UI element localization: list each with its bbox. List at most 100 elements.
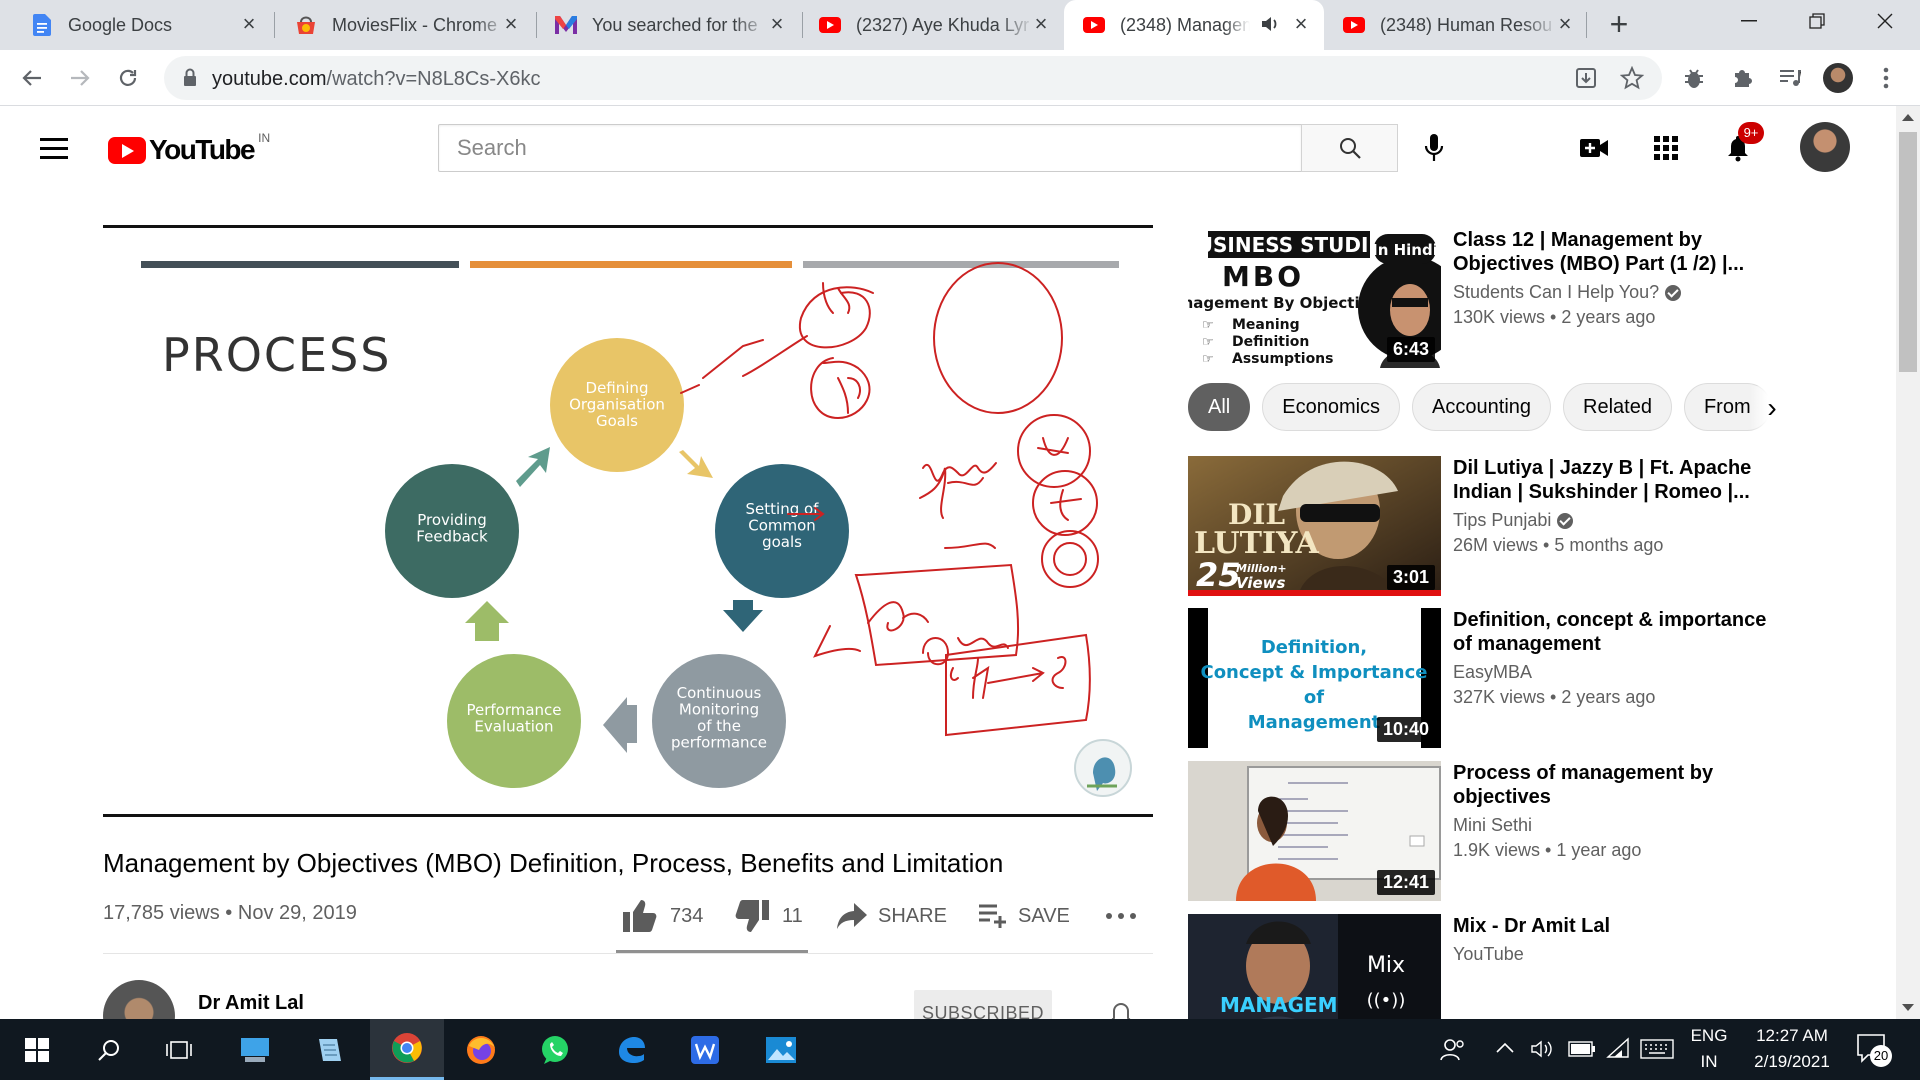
svg-text:BUSINESS STUDIES: BUSINESS STUDIES	[1188, 233, 1397, 257]
chrome-menu-icon[interactable]	[1870, 62, 1902, 94]
video-thumbnail[interactable]: 12:41	[1188, 761, 1441, 901]
like-button[interactable]: 734	[622, 896, 703, 936]
scrollbar-thumb[interactable]	[1899, 132, 1917, 372]
back-button[interactable]	[16, 62, 48, 94]
search-input[interactable]	[439, 125, 1301, 171]
create-video-icon[interactable]	[1576, 130, 1612, 166]
video-thumbnail[interactable]: DIL LUTIYA 25 Million+ Views 3:01	[1188, 456, 1441, 596]
tab-google-docs[interactable]: Google Docs ×	[0, 0, 272, 50]
related-video-title[interactable]: Process of management by objectives	[1453, 761, 1783, 809]
lock-icon[interactable]	[182, 68, 202, 88]
action-center-icon[interactable]: 20	[1856, 1033, 1892, 1068]
show-hidden-icons-chevron-icon[interactable]	[1496, 1041, 1514, 1059]
chrome-taskbar-icon[interactable]	[370, 1019, 444, 1080]
bookmark-star-icon[interactable]	[1619, 65, 1645, 95]
input-language-indicator[interactable]: ENG IN	[1688, 1023, 1730, 1075]
scroll-down-arrow-icon[interactable]	[1902, 1004, 1914, 1011]
related-video-item[interactable]: Definition, Concept & Importance of Mana…	[1188, 608, 1888, 758]
touch-keyboard-icon[interactable]	[1640, 1039, 1674, 1064]
close-tab-icon[interactable]: ×	[238, 13, 260, 35]
related-video-item[interactable]: DIL LUTIYA 25 Million+ Views 3:01 Dil Lu…	[1188, 456, 1888, 606]
install-app-icon[interactable]	[1574, 66, 1598, 95]
svg-text:Meaning: Meaning	[1232, 317, 1300, 333]
tab-aye-khuda[interactable]: (2327) Aye Khuda Lyr ×	[800, 0, 1064, 50]
whatsapp-taskbar-icon[interactable]	[518, 1019, 592, 1080]
step-label-line: Evaluation	[474, 718, 553, 736]
related-video-channel[interactable]: EasyMBA	[1453, 662, 1532, 683]
user-avatar[interactable]	[1800, 122, 1850, 172]
chips-next-arrow-icon[interactable]: ›	[1750, 386, 1794, 430]
extension-bug-icon[interactable]	[1678, 62, 1710, 94]
close-tab-icon[interactable]: ×	[1030, 13, 1052, 35]
tab-search-results[interactable]: You searched for the ×	[534, 0, 800, 50]
chip-all[interactable]: All	[1188, 383, 1251, 431]
related-video-title[interactable]: Class 12 | Management by Objectives (MBO…	[1453, 228, 1783, 276]
chip-accounting[interactable]: Accounting	[1412, 383, 1552, 431]
related-video-item[interactable]: BUSINESS STUDIES MBO (Management By Obje…	[1188, 228, 1888, 378]
chip-economics[interactable]: Economics	[1262, 383, 1401, 431]
forward-button[interactable]	[64, 62, 96, 94]
youtube-logo[interactable]: YouTube IN	[108, 131, 270, 166]
search-button[interactable]	[1301, 124, 1398, 172]
new-tab-button[interactable]: +	[1602, 8, 1636, 42]
step-label-line: goals	[762, 533, 802, 551]
close-tab-icon[interactable]: ×	[500, 13, 522, 35]
tab-management-active[interactable]: (2348) Managem ×	[1064, 0, 1324, 50]
notepad-app-icon[interactable]	[292, 1019, 366, 1080]
battery-icon[interactable]	[1568, 1041, 1596, 1062]
task-view-icon[interactable]	[142, 1019, 216, 1080]
verified-badge-icon	[1665, 284, 1682, 301]
channel-name[interactable]: Dr Amit Lal	[198, 992, 304, 1015]
related-video-channel[interactable]: YouTube	[1453, 944, 1524, 965]
video-thumbnail[interactable]: Definition, Concept & Importance of Mana…	[1188, 608, 1441, 748]
scroll-up-arrow-icon[interactable]	[1902, 114, 1914, 121]
related-video-channel[interactable]: Students Can I Help You?	[1453, 282, 1659, 303]
profile-avatar[interactable]	[1822, 62, 1854, 94]
youtube-apps-grid-icon[interactable]	[1648, 130, 1684, 166]
save-button[interactable]: SAVE	[978, 896, 1070, 936]
close-tab-icon[interactable]: ×	[1290, 13, 1312, 35]
address-bar[interactable]: youtube.com/watch?v=N8L8Cs-X6kc	[164, 56, 1662, 100]
related-video-item[interactable]: 12:41 Process of management by objective…	[1188, 761, 1888, 911]
related-mix-item[interactable]: Mix ((•)) MANAGEM Mix - Dr Amit Lal YouT…	[1188, 914, 1888, 1019]
tab-human-resource[interactable]: (2348) Human Resou ×	[1324, 0, 1588, 50]
share-button[interactable]: SHARE	[836, 896, 947, 936]
windows-start-icon[interactable]	[0, 1019, 74, 1080]
related-video-title[interactable]: Definition, concept & importance of mana…	[1453, 608, 1783, 656]
notifications-bell-icon[interactable]: 9+	[1720, 122, 1764, 166]
people-icon[interactable]	[1440, 1037, 1466, 1066]
video-thumbnail[interactable]: Mix ((•)) MANAGEM	[1188, 914, 1441, 1019]
related-video-channel[interactable]: Mini Sethi	[1453, 815, 1532, 836]
firefox-taskbar-icon[interactable]	[444, 1019, 518, 1080]
tab-moviesflix[interactable]: MoviesFlix - Chrome ×	[272, 0, 534, 50]
dislike-button[interactable]: 11	[734, 896, 803, 936]
chip-related[interactable]: Related	[1563, 383, 1672, 431]
edge-legacy-taskbar-icon[interactable]	[594, 1019, 668, 1080]
taskbar-clock[interactable]: 12:27 AM 2/19/2021	[1740, 1023, 1844, 1075]
wifi-icon[interactable]	[1606, 1037, 1632, 1064]
restore-window-button[interactable]	[1784, 0, 1850, 42]
more-actions-icon[interactable]	[1106, 896, 1136, 936]
minimize-window-button[interactable]	[1716, 0, 1782, 42]
close-window-button[interactable]	[1852, 0, 1918, 42]
page-scrollbar[interactable]	[1896, 106, 1920, 1019]
search-icon[interactable]	[72, 1019, 146, 1080]
extensions-puzzle-icon[interactable]	[1726, 62, 1758, 94]
video-player[interactable]: PROCESS Defining Organisation Goals Settin…	[103, 225, 1153, 817]
close-tab-icon[interactable]: ×	[1554, 13, 1576, 35]
related-video-title[interactable]: Dil Lutiya | Jazzy B | Ft. Apache Indian…	[1453, 456, 1783, 504]
close-tab-icon[interactable]: ×	[766, 13, 788, 35]
voice-search-mic-icon[interactable]	[1416, 130, 1452, 166]
related-video-channel[interactable]: Tips Punjabi	[1453, 510, 1551, 531]
speaker-audio-playing-icon[interactable]	[1260, 14, 1280, 39]
reload-button[interactable]	[112, 62, 144, 94]
video-thumbnail[interactable]: BUSINESS STUDIES MBO (Management By Obje…	[1188, 228, 1441, 368]
svg-text:MBO: MBO	[1222, 260, 1304, 293]
wps-writer-taskbar-icon[interactable]	[668, 1019, 742, 1080]
photos-taskbar-icon[interactable]	[744, 1019, 818, 1080]
guide-menu-icon[interactable]	[40, 138, 68, 165]
this-pc-icon[interactable]	[218, 1019, 292, 1080]
volume-icon[interactable]	[1530, 1039, 1554, 1064]
media-control-icon[interactable]	[1774, 62, 1806, 94]
related-video-title[interactable]: Mix - Dr Amit Lal	[1453, 914, 1783, 938]
